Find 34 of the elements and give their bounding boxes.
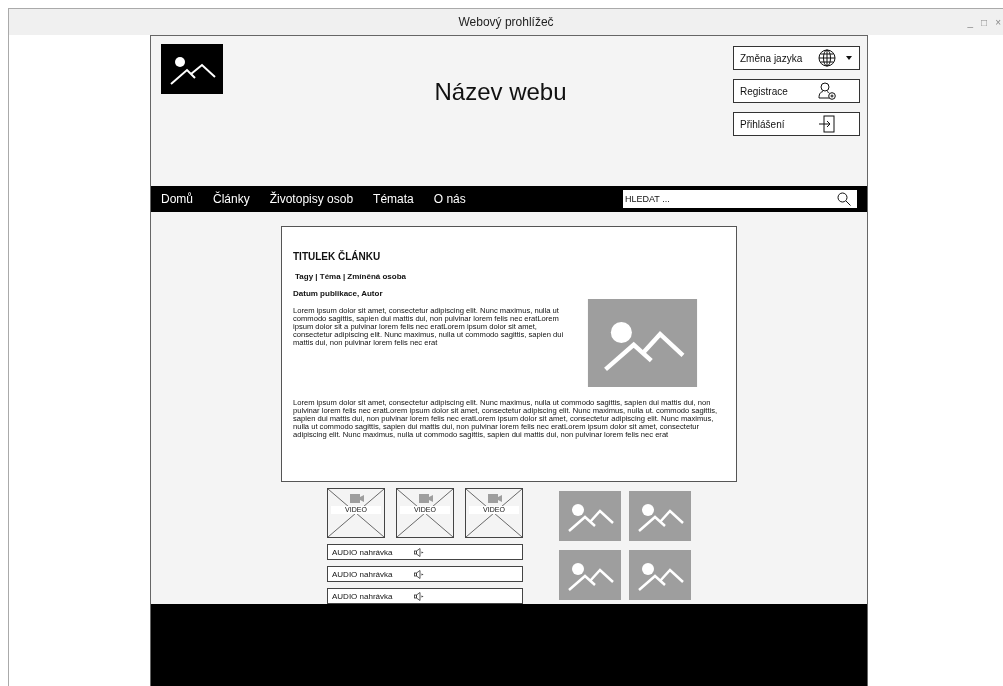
login-button[interactable]: Přihlášení (733, 112, 860, 136)
add-user-icon (818, 82, 836, 100)
site-name: Název webu (434, 78, 567, 106)
search-field[interactable]: HLEDAT ... (623, 190, 857, 208)
nav-link[interactable]: O nás (433, 192, 466, 206)
nav-link[interactable]: Domů (161, 192, 193, 206)
image-placeholder-icon (587, 299, 698, 387)
image-placeholder-icon (559, 549, 621, 600)
camera-icon (419, 494, 433, 503)
speaker-icon (414, 569, 424, 579)
nav-link[interactable]: Témata (373, 192, 414, 206)
register-button[interactable]: Registrace (733, 79, 860, 103)
article-byline: Datum publikace, Autor (293, 289, 384, 298)
camera-icon (488, 494, 502, 503)
globe-icon (818, 49, 836, 67)
audio-player[interactable]: AUDIO nahrávka (327, 566, 523, 582)
search-icon (837, 192, 851, 206)
audio-player[interactable]: AUDIO nahrávka (327, 544, 523, 560)
caret-icon (846, 56, 852, 60)
speaker-icon (414, 591, 424, 601)
login-icon (818, 115, 836, 133)
language-dropdown[interactable]: Změna jazyka (733, 46, 860, 70)
article-title: TITULEK ČLÁNKU (293, 251, 382, 262)
speaker-icon (414, 547, 424, 557)
image-placeholder-icon (629, 549, 691, 600)
image-placeholder-icon (559, 491, 621, 541)
nav-link[interactable]: Životopisy osob (269, 192, 354, 206)
image-placeholder-icon (629, 491, 691, 541)
article-tags: Tagy | Téma | Zmíněná osoba (295, 272, 726, 281)
window-title: Webový prohlížeč (458, 15, 554, 29)
audio-player[interactable]: AUDIO nahrávka (327, 588, 523, 604)
nav-link[interactable]: Články (213, 192, 250, 206)
logo-icon (161, 44, 223, 94)
camera-icon (350, 494, 364, 503)
